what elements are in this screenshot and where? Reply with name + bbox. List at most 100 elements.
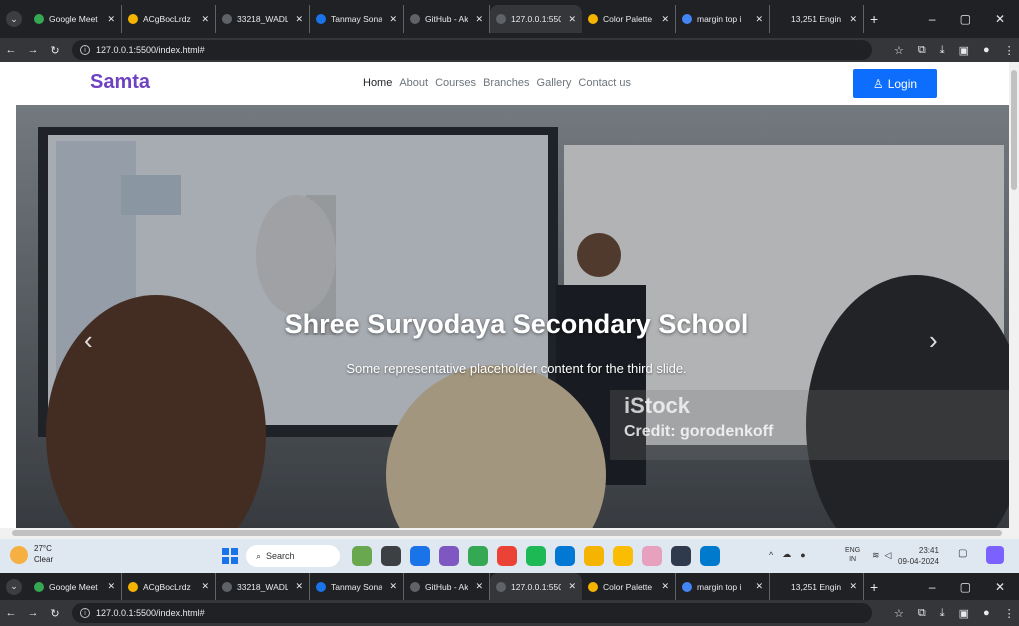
status-icons[interactable]: ≋ ◁ bbox=[872, 550, 891, 561]
browser-tab[interactable]: ACgBocLrdz ✕ bbox=[122, 5, 216, 33]
extensions-icon[interactable]: ⧉ bbox=[918, 44, 926, 57]
browser-tab[interactable]: 13,251 Engin ✕ bbox=[770, 572, 864, 601]
tab-close-icon[interactable]: ✕ bbox=[295, 581, 303, 592]
restore-icon[interactable]: ▢ bbox=[960, 580, 971, 594]
browser-tab[interactable]: margin top i ✕ bbox=[676, 5, 770, 33]
new-tab-icon[interactable]: + bbox=[870, 11, 878, 27]
download-icon[interactable]: ⤓ bbox=[940, 44, 945, 57]
menu-icon[interactable]: ⋮ bbox=[1004, 607, 1015, 620]
menu-icon[interactable]: ⋮ bbox=[1004, 44, 1015, 57]
browser-tab[interactable]: ACgBocLrdz ✕ bbox=[122, 572, 216, 601]
browser-tab[interactable]: 13,251 Engin ✕ bbox=[770, 5, 864, 33]
nav-gallery[interactable]: Gallery bbox=[537, 77, 572, 89]
close-window-icon[interactable]: ✕ bbox=[995, 580, 1005, 594]
tab-close-icon[interactable]: ✕ bbox=[849, 14, 857, 25]
tab-close-icon[interactable]: ✕ bbox=[755, 14, 763, 25]
back-icon[interactable]: ← bbox=[0, 44, 22, 56]
tab-search-icon[interactable]: ⌄ bbox=[6, 11, 22, 27]
back-icon[interactable]: ← bbox=[0, 607, 22, 619]
app-icon-1[interactable] bbox=[352, 546, 372, 566]
minimize-icon[interactable]: – bbox=[929, 12, 936, 26]
forward-icon[interactable]: → bbox=[22, 44, 44, 56]
start-icon[interactable] bbox=[222, 548, 238, 564]
chevron-left-icon[interactable]: ‹ bbox=[84, 325, 93, 356]
tab-close-icon[interactable]: ✕ bbox=[475, 14, 483, 25]
tab-close-icon[interactable]: ✕ bbox=[201, 14, 209, 25]
chrome-alt-icon[interactable] bbox=[613, 546, 633, 566]
browser-tab[interactable]: Tanmay Sona ✕ bbox=[310, 5, 404, 33]
weather-icon[interactable] bbox=[10, 546, 28, 564]
edge-icon[interactable] bbox=[555, 546, 575, 566]
nav-about[interactable]: About bbox=[399, 77, 428, 89]
tab-close-icon[interactable]: ✕ bbox=[568, 581, 576, 592]
tab-close-icon[interactable]: ✕ bbox=[661, 581, 669, 592]
app-icon-5[interactable] bbox=[468, 546, 488, 566]
weather-widget[interactable]: 27°C Clear bbox=[34, 543, 53, 565]
tab-close-icon[interactable]: ✕ bbox=[475, 581, 483, 592]
browser-tab[interactable]: margin top i ✕ bbox=[676, 572, 770, 601]
browser-tab[interactable]: 127.0.0.1:550 ✕ bbox=[490, 5, 582, 33]
language-indicator[interactable]: ENG IN bbox=[845, 546, 860, 564]
close-window-icon[interactable]: ✕ bbox=[995, 12, 1005, 26]
browser-tab[interactable]: Google Meet ✕ bbox=[28, 572, 122, 601]
address-bar[interactable]: i 127.0.0.1:5500/index.html# bbox=[72, 603, 872, 623]
clock[interactable]: 23:41 09-04-2024 bbox=[898, 545, 939, 567]
horizontal-scrollbar[interactable] bbox=[0, 528, 1019, 539]
nav-courses[interactable]: Courses bbox=[435, 77, 476, 89]
taskbar-search[interactable]: ⌕ Search bbox=[246, 545, 340, 567]
vertical-scrollbar[interactable] bbox=[1009, 62, 1019, 528]
tab-search-icon[interactable]: ⌄ bbox=[6, 578, 22, 595]
profile-icon[interactable]: ● bbox=[983, 607, 990, 620]
tab-close-icon[interactable]: ✕ bbox=[295, 14, 303, 25]
tab-close-icon[interactable]: ✕ bbox=[389, 581, 397, 592]
browser-tab[interactable]: 127.0.0.1:550 ✕ bbox=[490, 572, 582, 601]
copilot-icon[interactable] bbox=[986, 546, 1004, 564]
browser-tab[interactable]: Tanmay Sona ✕ bbox=[310, 572, 404, 601]
spotify-icon[interactable] bbox=[526, 546, 546, 566]
login-button[interactable]: ♙ Login bbox=[853, 69, 937, 98]
reload-icon[interactable]: ↻ bbox=[44, 607, 66, 620]
tab-close-icon[interactable]: ✕ bbox=[201, 581, 209, 592]
nav-contact[interactable]: Contact us bbox=[578, 77, 631, 89]
tab-close-icon[interactable]: ✕ bbox=[568, 14, 576, 25]
tab-close-icon[interactable]: ✕ bbox=[107, 14, 115, 25]
tab-close-icon[interactable]: ✕ bbox=[755, 581, 763, 592]
browser-tab[interactable]: GitHub - Aks ✕ bbox=[404, 572, 490, 601]
browser-tab[interactable]: Color Palette ✕ bbox=[582, 5, 676, 33]
brand-logo[interactable]: Samta bbox=[90, 71, 150, 94]
star-icon[interactable]: ☆ bbox=[894, 44, 904, 57]
new-tab-icon[interactable]: + bbox=[870, 579, 878, 595]
download-icon[interactable]: ⤓ bbox=[940, 607, 945, 620]
browser-tab[interactable]: 33218_WADL ✕ bbox=[216, 5, 310, 33]
nav-home[interactable]: Home bbox=[363, 77, 392, 89]
onedrive-icon[interactable]: ● bbox=[800, 550, 805, 560]
extensions-icon[interactable]: ⧉ bbox=[918, 607, 926, 620]
address-bar[interactable]: i 127.0.0.1:5500/index.html# bbox=[72, 40, 872, 60]
sidepanel-icon[interactable]: ▣ bbox=[959, 607, 969, 620]
reload-icon[interactable]: ↻ bbox=[44, 44, 66, 57]
tab-close-icon[interactable]: ✕ bbox=[389, 14, 397, 25]
chevron-right-icon[interactable]: › bbox=[929, 325, 938, 356]
app-icon-12[interactable] bbox=[671, 546, 691, 566]
browser-tab[interactable]: Color Palette ✕ bbox=[582, 572, 676, 601]
chevron-up-icon[interactable]: ^ bbox=[769, 550, 773, 560]
browser-tab[interactable]: GitHub - Aks ✕ bbox=[404, 5, 490, 33]
tab-close-icon[interactable]: ✕ bbox=[661, 14, 669, 25]
tab-close-icon[interactable]: ✕ bbox=[107, 581, 115, 592]
site-info-icon[interactable]: i bbox=[80, 608, 90, 618]
app-icon-2[interactable] bbox=[381, 546, 401, 566]
cloud-icon[interactable]: ☁ bbox=[782, 549, 791, 560]
sidepanel-icon[interactable]: ▣ bbox=[959, 44, 969, 57]
site-info-icon[interactable]: i bbox=[80, 45, 90, 55]
star-icon[interactable]: ☆ bbox=[894, 607, 904, 620]
restore-icon[interactable]: ▢ bbox=[960, 12, 971, 26]
chrome-icon[interactable] bbox=[497, 546, 517, 566]
browser-tab[interactable]: Google Meet ✕ bbox=[28, 5, 122, 33]
explorer-icon[interactable] bbox=[584, 546, 604, 566]
app-icon-11[interactable] bbox=[642, 546, 662, 566]
browser-tab[interactable]: 33218_WADL ✕ bbox=[216, 572, 310, 601]
forward-icon[interactable]: → bbox=[22, 607, 44, 619]
notifications-icon[interactable]: ▢ bbox=[958, 548, 967, 559]
tab-close-icon[interactable]: ✕ bbox=[849, 581, 857, 592]
app-icon-4[interactable] bbox=[439, 546, 459, 566]
